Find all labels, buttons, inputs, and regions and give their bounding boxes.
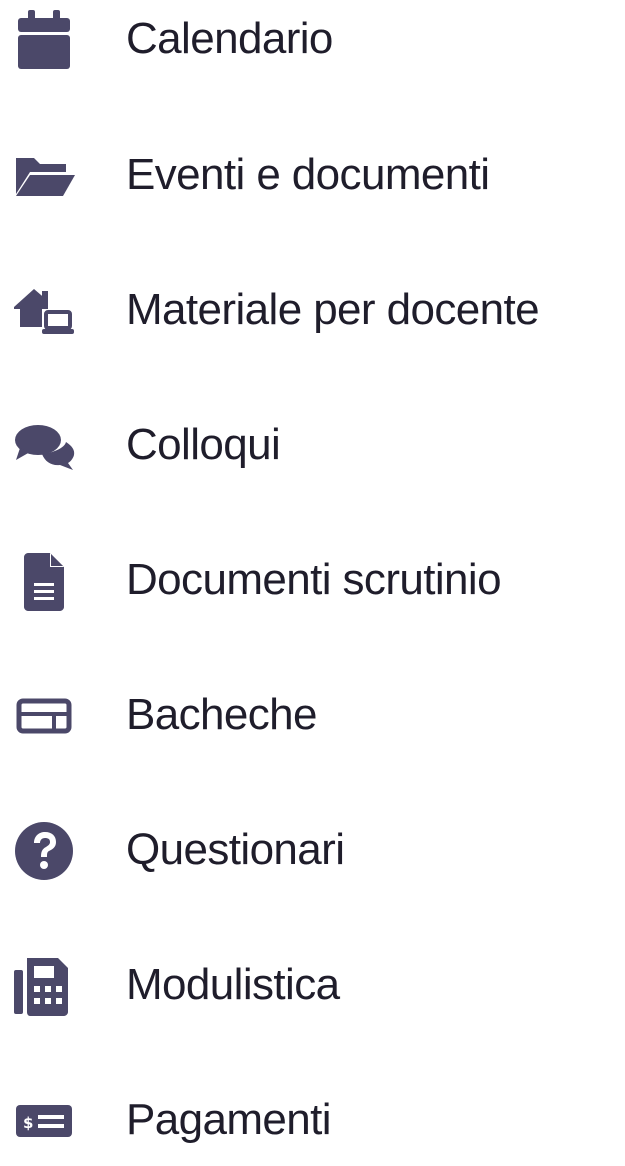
menu-item-bacheche[interactable]: Bacheche [0, 671, 625, 761]
calendar-icon [12, 8, 76, 72]
money-check-icon: $ [12, 1089, 76, 1153]
svg-text:$: $ [23, 1114, 33, 1132]
menu-item-materiale-per-docente[interactable]: Materiale per docente [0, 266, 625, 356]
menu-item-label: Questionari [126, 825, 345, 874]
menu-item-pagamenti[interactable]: $ Pagamenti [0, 1076, 625, 1166]
menu-item-calendario[interactable]: Calendario [0, 0, 625, 85]
menu-item-label: Materiale per docente [126, 285, 540, 334]
menu-item-modulistica[interactable]: Modulistica [0, 941, 625, 1031]
file-lines-icon [12, 549, 76, 613]
menu-item-label: Calendario [126, 14, 333, 63]
menu-item-label: Modulistica [126, 960, 340, 1009]
menu-item-eventi-e-documenti[interactable]: Eventi e documenti [0, 131, 625, 221]
menu-item-documenti-scrutinio[interactable]: Documenti scrutinio [0, 536, 625, 626]
folder-open-icon [12, 144, 76, 208]
question-circle-icon [12, 819, 76, 883]
sidebar-menu: Calendario Eventi e documenti Materiale … [0, 0, 625, 1149]
menu-item-colloqui[interactable]: Colloqui [0, 401, 625, 491]
menu-item-label: Eventi e documenti [126, 150, 490, 199]
menu-item-label: Documenti scrutinio [126, 555, 502, 604]
menu-item-label: Bacheche [126, 690, 318, 739]
house-laptop-icon [12, 279, 76, 343]
menu-item-questionari[interactable]: Questionari [0, 806, 625, 896]
menu-item-label: Pagamenti [126, 1095, 332, 1144]
board-icon [12, 684, 76, 748]
menu-item-label: Colloqui [126, 420, 281, 469]
comments-icon [12, 414, 76, 478]
fax-icon [12, 954, 76, 1018]
